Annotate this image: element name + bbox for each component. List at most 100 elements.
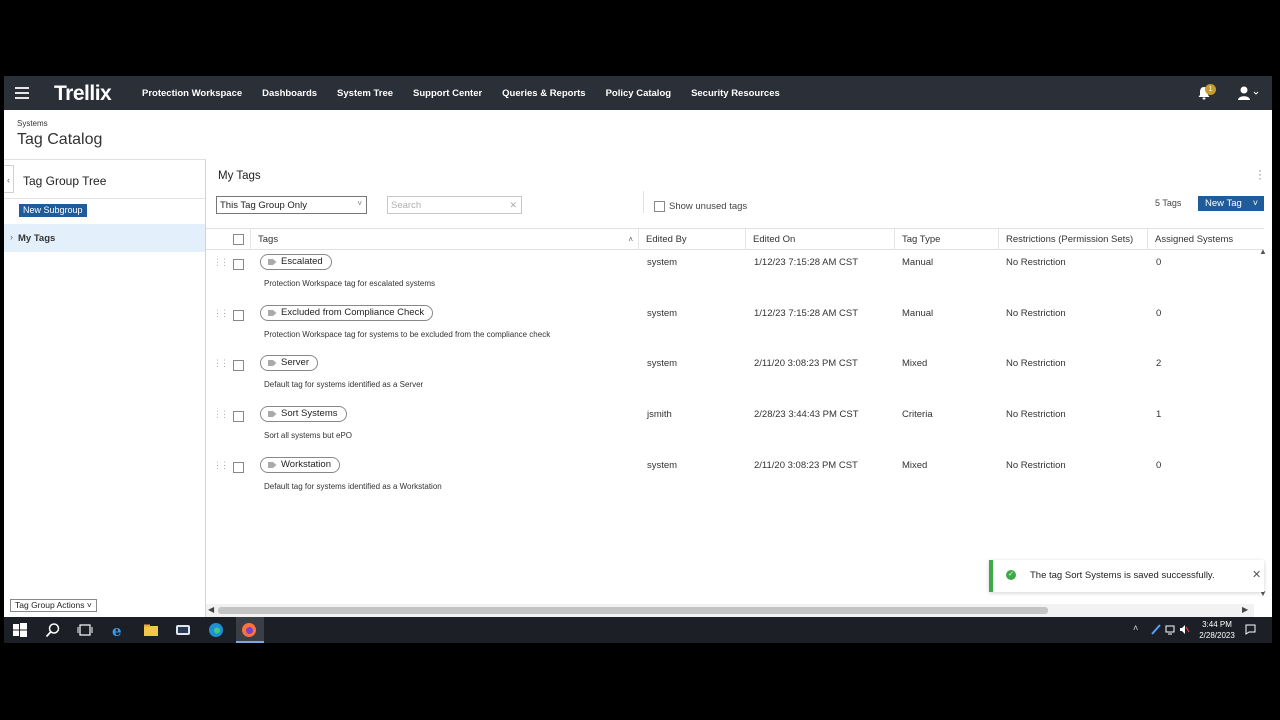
chevron-up-icon[interactable]: ˄: [1133, 623, 1138, 633]
scroll-left-arrow[interactable]: ◀: [208, 605, 214, 614]
table-row[interactable]: ⋮⋮ Server Default tag for systems identi…: [206, 351, 1264, 402]
drag-handle-icon[interactable]: ⋮⋮: [213, 460, 229, 471]
scroll-right-arrow[interactable]: ▶: [1242, 605, 1248, 614]
chevron-down-icon[interactable]: ˅: [1253, 196, 1258, 211]
column-header-edited-by[interactable]: Edited By: [639, 229, 746, 250]
volume-icon[interactable]: [1179, 624, 1190, 635]
tag-group-actions-label: Tag Group Actions: [15, 600, 85, 610]
tag-type-cell: Mixed: [902, 358, 928, 369]
tree-item-my-tags[interactable]: › My Tags: [4, 224, 205, 252]
search-icon[interactable]: [45, 622, 61, 638]
column-label: Tags: [258, 234, 279, 245]
column-header-tag-type[interactable]: Tag Type: [895, 229, 999, 250]
column-header-assigned-systems[interactable]: Assigned Systems: [1148, 229, 1264, 250]
tag-chip[interactable]: Sort Systems: [260, 406, 347, 422]
clear-search-icon[interactable]: ✕: [509, 200, 517, 211]
tag-group-filter-select[interactable]: This Tag Group Only ˅: [216, 196, 367, 214]
column-header-restrictions[interactable]: Restrictions (Permission Sets): [999, 229, 1148, 250]
select-column: [206, 229, 251, 250]
tag-description: Protection Workspace tag for systems to …: [264, 330, 551, 339]
file-explorer-icon[interactable]: [143, 622, 159, 638]
tag-icon: [268, 310, 277, 316]
table-row[interactable]: ⋮⋮ Excluded from Compliance Check Protec…: [206, 301, 1264, 352]
tag-type-cell: Manual: [902, 257, 934, 268]
show-unused-checkbox[interactable]: [654, 201, 665, 212]
table-row[interactable]: ⋮⋮ Escalated Protection Workspace tag fo…: [206, 250, 1264, 301]
collapse-panel-button[interactable]: ‹: [4, 165, 14, 193]
menu-item-support-center[interactable]: Support Center: [413, 88, 482, 99]
restrictions-cell: No Restriction: [1006, 460, 1066, 471]
menu-item-system-tree[interactable]: System Tree: [337, 88, 393, 99]
tag-name: Server: [281, 357, 309, 368]
clock-time: 3:44 PM: [1202, 620, 1232, 629]
notification-badge: 1: [1205, 84, 1216, 95]
internet-explorer-icon[interactable]: e: [110, 622, 126, 638]
tag-type-cell: Mixed: [902, 460, 928, 471]
trellix-logo[interactable]: Trellix: [54, 82, 112, 106]
notification-center-icon[interactable]: [1245, 624, 1256, 635]
tag-chip[interactable]: Excluded from Compliance Check: [260, 305, 434, 321]
menu-item-queries-reports[interactable]: Queries & Reports: [502, 88, 585, 99]
drag-handle-icon[interactable]: ⋮⋮: [213, 257, 229, 268]
table-row[interactable]: ⋮⋮ Sort Systems Sort all systems but ePO…: [206, 402, 1264, 453]
drag-handle-icon[interactable]: ⋮⋮: [213, 358, 229, 369]
row-checkbox[interactable]: [233, 462, 244, 473]
drag-handle-icon[interactable]: ⋮⋮: [213, 409, 229, 420]
page-title: Tag Catalog: [17, 131, 103, 148]
main-menu: Protection Workspace Dashboards System T…: [142, 76, 800, 110]
powershell-icon[interactable]: [175, 622, 191, 638]
pen-icon[interactable]: [1150, 624, 1161, 635]
menu-item-security-resources[interactable]: Security Resources: [691, 88, 780, 99]
show-unused-label: Show unused tags: [669, 201, 748, 212]
row-checkbox[interactable]: [233, 259, 244, 270]
sort-ascending-icon[interactable]: ˄: [628, 229, 633, 250]
table-row[interactable]: ⋮⋮ Workstation Default tag for systems i…: [206, 453, 1264, 504]
drag-handle-icon[interactable]: ⋮⋮: [213, 308, 229, 319]
success-toast: ✓ The tag Sort Systems is saved successf…: [989, 560, 1264, 592]
new-subgroup-button[interactable]: New Subgroup: [19, 204, 87, 217]
toast-message: The tag Sort Systems is saved successful…: [1030, 570, 1215, 581]
hamburger-menu-icon[interactable]: [15, 87, 29, 99]
new-tag-button[interactable]: New Tag ˅: [1198, 196, 1264, 211]
edited-on-cell: 2/11/20 3:08:23 PM CST: [754, 358, 858, 369]
column-header-tags[interactable]: Tags ˄: [251, 229, 639, 250]
close-icon[interactable]: ✕: [1252, 568, 1261, 581]
tag-name: Excluded from Compliance Check: [281, 307, 425, 318]
edited-by-cell: system: [647, 308, 678, 319]
chevron-right-icon[interactable]: ›: [10, 232, 13, 242]
edited-on-cell: 2/11/20 3:08:23 PM CST: [754, 460, 858, 471]
breadcrumb[interactable]: Systems: [17, 119, 48, 128]
tag-chip[interactable]: Escalated: [260, 254, 332, 270]
tag-description: Default tag for systems identified as a …: [264, 380, 424, 389]
tag-chip[interactable]: Workstation: [260, 457, 340, 473]
network-icon[interactable]: [1165, 624, 1176, 635]
scroll-up-arrow[interactable]: ▲: [1259, 247, 1267, 256]
tag-group-actions-dropdown[interactable]: Tag Group Actions ˅: [10, 599, 97, 612]
edge-icon[interactable]: [208, 622, 224, 638]
task-view-icon[interactable]: [77, 622, 93, 638]
menu-item-dashboards[interactable]: Dashboards: [262, 88, 317, 99]
horizontal-scrollbar[interactable]: ◀ ▶: [206, 604, 1254, 617]
row-checkbox[interactable]: [233, 360, 244, 371]
tags-panel: My Tags · · · This Tag Group Only ˅ Search…: [206, 159, 1272, 614]
row-checkbox[interactable]: [233, 310, 244, 321]
menu-item-policy-catalog[interactable]: Policy Catalog: [606, 88, 671, 99]
firefox-icon[interactable]: [241, 622, 257, 638]
edited-on-cell: 2/28/23 3:44:43 PM CST: [754, 409, 859, 420]
taskbar: e ˄ 3:44 PM 2/28/2023: [4, 617, 1272, 643]
column-header-edited-on[interactable]: Edited On: [746, 229, 895, 250]
tag-chip[interactable]: Server: [260, 355, 318, 371]
user-menu-icon[interactable]: [1237, 85, 1259, 101]
more-options-icon[interactable]: · · ·: [1258, 164, 1262, 184]
clock[interactable]: 3:44 PM 2/28/2023: [1197, 619, 1237, 641]
start-icon[interactable]: [12, 622, 28, 638]
show-unused-tags-toggle[interactable]: Show unused tags: [654, 201, 747, 212]
row-checkbox[interactable]: [233, 411, 244, 422]
menu-item-protection-workspace[interactable]: Protection Workspace: [142, 88, 242, 99]
assigned-systems-cell: 0: [1156, 257, 1162, 268]
search-input[interactable]: Search ✕: [387, 196, 522, 214]
edited-by-cell: system: [647, 257, 678, 268]
chevron-down-icon: ˅: [86, 600, 92, 610]
scrollbar-thumb[interactable]: [218, 607, 1048, 614]
select-all-checkbox[interactable]: [233, 234, 244, 245]
